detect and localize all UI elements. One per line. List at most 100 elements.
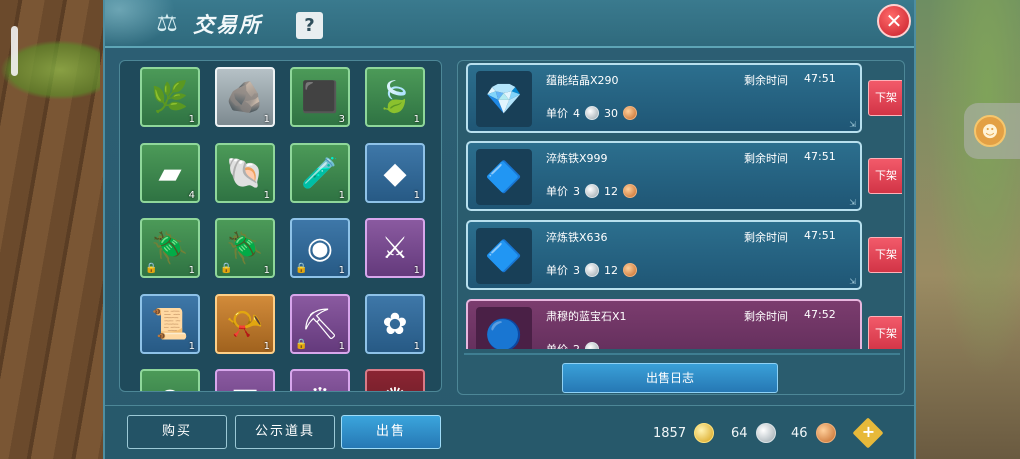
copper-ore-icon: 🪨 — [226, 79, 264, 115]
item-count: 1 — [413, 265, 420, 276]
background-scenery-right — [910, 0, 1020, 459]
inventory-slot[interactable]: ◆ 1 — [365, 143, 425, 203]
corner-arrow-icon: ⇲ — [849, 198, 856, 207]
time-remaining-label: 剩余时间 — [744, 310, 788, 323]
unit-price-label: 单价 — [546, 341, 568, 349]
copper-coin-icon — [623, 106, 637, 120]
item-count: 1 — [413, 190, 420, 201]
help-button[interactable]: ? — [296, 12, 323, 39]
listing-card[interactable]: 💎 蕴能结晶X290 剩余时间 47:51 单价 4 30 ⇲ — [466, 63, 862, 133]
panel-header: ⚖ 交易所 ? ✕ — [105, 0, 914, 48]
sales-log-button[interactable]: 出售日志 — [562, 363, 778, 393]
silver-coin-icon — [585, 342, 599, 349]
price-copper: 12 — [604, 184, 618, 198]
tab-buy[interactable]: 购买 — [127, 415, 227, 449]
unit-price-label: 单价 — [546, 107, 568, 120]
time-remaining: 47:51 — [804, 150, 836, 163]
inventory-slot[interactable]: 🪲 🔒 1 — [215, 218, 275, 278]
copper-amount: 46 — [791, 425, 808, 441]
inventory-grid: 🌿1🪨1⬛3🍃1▰4🐚1🧪1◆1🪲🔒1🪲🔒1◉🔒1⚔1📜1📯1⛏🔒1✿1●▤♛✺ — [119, 60, 442, 392]
listing-card[interactable]: 🔷 淬炼铁X999 剩余时间 47:51 单价 3 12 ⇲ — [466, 141, 862, 211]
iron-ingot-icon: ▰ — [158, 155, 182, 191]
exchange-panel: ⚖ 交易所 ? ✕ 🌿 1 🪨 1 ⬛ 3 🍃 1 ▰ 4 🐚 1 🧪 1 ◆ 1 🪲 🔒 1 🪲 🔒 1 ◉ 🔒 1 ⚔ 1 📜 1 📯… — [103, 0, 916, 459]
inventory-slot[interactable]: ⚔ 1 — [365, 218, 425, 278]
listing-list[interactable]: 💎 蕴能结晶X290 剩余时间 47:51 单价 4 30 ⇲ 下架 🔷 淬炼铁X999 剩余时间 47… — [462, 61, 902, 349]
inventory-slot[interactable]: 🍃 1 — [365, 67, 425, 127]
time-remaining-label: 剩余时间 — [744, 231, 788, 244]
inventory-slot[interactable]: ▤ — [215, 369, 275, 392]
inventory-slot[interactable]: ◉ 🔒 1 — [290, 218, 350, 278]
green-item-icon: ● — [157, 382, 183, 392]
listing-name: 肃穆的蓝宝石X1 — [546, 310, 627, 323]
price-silver: 3 — [573, 184, 580, 198]
inventory-slot[interactable]: 🌿 1 — [140, 67, 200, 127]
purple-crystal-icon: 💎 — [485, 81, 523, 117]
silver-amount: 64 — [731, 425, 748, 441]
item-count: 1 — [338, 265, 345, 276]
inventory-slot[interactable]: 🧪 1 — [290, 143, 350, 203]
item-thumbnail: 🔷 — [476, 149, 532, 205]
item-count: 1 — [263, 190, 270, 201]
plus-icon: + — [862, 422, 876, 442]
unlist-button[interactable]: 下架 — [868, 237, 902, 273]
unlist-button[interactable]: 下架 — [868, 158, 902, 194]
unit-price-label: 单价 — [546, 264, 568, 277]
item-count: 1 — [263, 114, 270, 125]
inventory-slot[interactable]: 🪨 1 — [215, 67, 275, 127]
inventory-slot[interactable]: ♛ — [290, 369, 350, 391]
unlist-button[interactable]: 下架 — [868, 316, 902, 349]
character-icon: ☻ — [974, 115, 1006, 147]
inventory-slot[interactable]: ● — [140, 369, 200, 392]
time-remaining: 47:51 — [804, 229, 836, 242]
inventory-slot[interactable]: 🪲 🔒 1 — [140, 218, 200, 278]
price-copper: 12 — [604, 263, 618, 277]
gold-amount: 1857 — [653, 425, 687, 441]
unlist-button[interactable]: 下架 — [868, 80, 902, 116]
inventory-slot[interactable]: ⬛ 3 — [290, 67, 350, 127]
inventory-slot[interactable]: 📜 1 — [140, 294, 200, 354]
seashell-icon: 🐚 — [226, 155, 264, 191]
item-thumbnail: 🔷 — [476, 228, 532, 284]
lock-icon: 🔒 — [145, 263, 158, 274]
tab-sell[interactable]: 出售 — [341, 415, 441, 449]
inventory-slot[interactable]: ✺ — [365, 369, 425, 391]
silver-coin-icon — [585, 263, 599, 277]
blue-beetle-icon: 🪲 — [151, 230, 189, 266]
sapphire-icon: 🔵 — [485, 317, 523, 350]
side-drawer-handle[interactable] — [11, 26, 18, 76]
wood-plank-icon: ▤ — [231, 382, 259, 392]
silver-balance: 64 — [731, 423, 776, 443]
copper-coin-icon — [623, 184, 637, 198]
refined-iron-icon: 🔷 — [485, 159, 523, 195]
item-count: 1 — [188, 341, 195, 352]
copper-coin-icon — [623, 263, 637, 277]
price-silver: 2 — [573, 342, 580, 350]
item-count: 1 — [263, 265, 270, 276]
item-count: 3 — [338, 114, 345, 125]
add-currency-button[interactable]: + — [852, 417, 884, 449]
listing-card[interactable]: 🔷 淬炼铁X636 剩余时间 47:51 单价 3 12 ⇲ — [466, 220, 862, 290]
refined-iron-icon: 🔷 — [485, 238, 523, 274]
floating-action-button[interactable]: ☻ — [964, 103, 1020, 159]
listing-name: 淬炼铁X636 — [546, 231, 608, 244]
copper-balance: 46 — [791, 423, 836, 443]
inventory-slot[interactable]: 📯 1 — [215, 294, 275, 354]
close-button[interactable]: ✕ — [877, 4, 911, 38]
listing-card[interactable]: 🔵肃穆的蓝宝石X1剩余时间47:52单价2⇲ — [466, 299, 862, 349]
silver-coin-icon — [585, 106, 599, 120]
tab-public-items[interactable]: 公示道具 — [235, 415, 335, 449]
inventory-slot[interactable]: ⛏ 🔒 1 — [290, 294, 350, 354]
inventory-slot[interactable]: 🐚 1 — [215, 143, 275, 203]
listings-panel: 💎 蕴能结晶X290 剩余时间 47:51 单价 4 30 ⇲ 下架 🔷 淬炼铁X999 剩余时间 47… — [457, 60, 905, 395]
bottom-bar: 购买 公示道具 出售 1857 64 46 + — [105, 405, 914, 459]
white-flower-icon: ✿ — [382, 306, 408, 342]
inventory-slot[interactable]: ✿ 1 — [365, 294, 425, 354]
inventory-slot[interactable]: ▰ 4 — [140, 143, 200, 203]
recipe-scroll-icon: 📜 — [151, 306, 189, 342]
gold-balance: 1857 — [653, 423, 715, 443]
listing-name: 蕴能结晶X290 — [546, 74, 619, 87]
item-count: 1 — [263, 341, 270, 352]
time-remaining-label: 剩余时间 — [744, 152, 788, 165]
item-count: 1 — [338, 190, 345, 201]
unit-price: 单价 3 12 — [546, 183, 637, 199]
